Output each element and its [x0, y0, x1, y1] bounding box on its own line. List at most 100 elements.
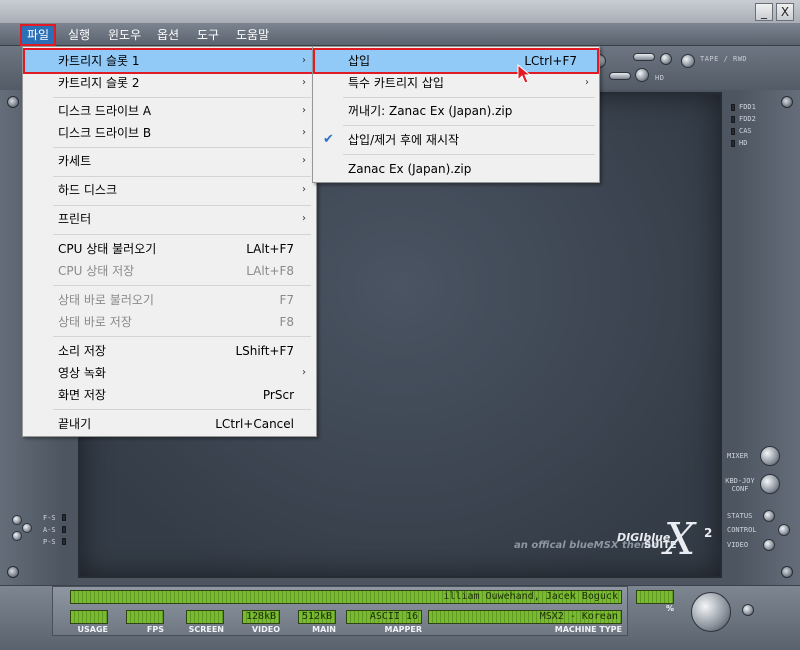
menu-item-label: 화면 저장: [58, 388, 106, 402]
menu-item-cartridge-slot-1[interactable]: 카트리지 슬롯 1 ›: [23, 48, 316, 74]
volume-lcd: [636, 590, 674, 604]
minimize-button[interactable]: _: [755, 3, 773, 21]
top-knob-2[interactable]: [660, 53, 672, 65]
menu-item-exit[interactable]: 끝내기 LCtrl+Cancel: [25, 413, 314, 435]
menu-item-shortcut: LAlt+F8: [246, 264, 294, 278]
menu-item-insert[interactable]: 삽입 LCtrl+F7: [313, 48, 599, 74]
menu-tools[interactable]: 도구: [192, 26, 224, 44]
menu-item-label: 카트리지 슬롯 2: [58, 76, 140, 90]
percent-label: %: [665, 604, 674, 613]
screen-label: SCREEN: [188, 625, 224, 634]
menu-window[interactable]: 윈도우: [103, 26, 146, 44]
top-knob-4[interactable]: [635, 68, 649, 82]
kbd-joy-knob[interactable]: [760, 474, 780, 494]
close-button[interactable]: X: [776, 3, 794, 21]
menu-bar: 파일 실행 윈도우 옵션 도구 도움말: [0, 24, 800, 46]
menu-separator: [343, 154, 595, 155]
menu-item-reset-after-insert[interactable]: ✔ 삽입/제거 후에 재시작: [315, 129, 597, 151]
menu-item-label: 특수 카트리지 삽입: [348, 76, 444, 90]
left-knob-2[interactable]: [22, 523, 32, 533]
led-fs: [62, 514, 66, 521]
mapper-label: MAPPER: [384, 625, 422, 634]
submenu-arrow-icon: ›: [585, 77, 589, 88]
cartridge-submenu: 삽입 LCtrl+F7 특수 카트리지 삽입 › 꺼내기: Zanac Ex (…: [312, 46, 600, 183]
title-bar: _ X: [0, 0, 800, 24]
usage-label: USAGE: [77, 625, 108, 634]
menu-item-save-cpu-state[interactable]: CPU 상태 저장 LAlt+F8: [25, 260, 314, 282]
menu-item-disk-drive-a[interactable]: 디스크 드라이브 A ›: [25, 100, 314, 122]
menu-separator: [53, 97, 311, 98]
file-menu: 카트리지 슬롯 1 › 카트리지 슬롯 2 › 디스크 드라이브 A › 디스크…: [22, 46, 317, 437]
menu-item-label: 상태 바로 저장: [58, 315, 132, 329]
screw-icon: [781, 96, 793, 108]
usage-lcd: [70, 610, 108, 624]
submenu-arrow-icon: ›: [302, 55, 306, 66]
menu-item-label: 프린터: [58, 212, 92, 226]
submenu-arrow-icon: ›: [302, 77, 306, 88]
tape-slider-2[interactable]: [609, 72, 631, 80]
fs-label: F-S: [43, 514, 56, 522]
left-knob-1[interactable]: [12, 515, 22, 525]
checkmark-icon: ✔: [323, 132, 334, 147]
volume-button[interactable]: [742, 604, 754, 616]
left-knob-3[interactable]: [12, 531, 22, 541]
main-lcd: 512kB: [298, 610, 336, 624]
menu-item-cassette[interactable]: 카세트 ›: [25, 150, 314, 172]
led-cas: [731, 128, 735, 135]
cas-label: CAS: [739, 127, 752, 135]
menu-item-record-video[interactable]: 영상 녹화 ›: [25, 362, 314, 384]
control-label: CONTROL: [727, 526, 757, 534]
screen-lcd: [186, 610, 224, 624]
submenu-arrow-icon: ›: [302, 367, 306, 378]
menu-item-hard-disk[interactable]: 하드 디스크 ›: [25, 179, 314, 201]
control-button[interactable]: [778, 524, 790, 536]
top-knob-3[interactable]: [681, 54, 695, 68]
menu-separator: [53, 147, 311, 148]
menu-run[interactable]: 실행: [63, 26, 95, 44]
menu-item-shortcut: LCtrl+Cancel: [215, 417, 294, 431]
screw-icon: [781, 566, 793, 578]
menu-file[interactable]: 파일: [19, 24, 57, 46]
menu-item-quick-load-state[interactable]: 상태 바로 불러오기 F7: [25, 289, 314, 311]
fps-label: FPS: [146, 625, 164, 634]
menu-separator: [53, 285, 311, 286]
menu-item-recent-file[interactable]: Zanac Ex (Japan).zip: [315, 158, 597, 180]
menu-help[interactable]: 도움말: [231, 26, 274, 44]
fps-lcd: [126, 610, 164, 624]
screw-icon: [7, 566, 19, 578]
machine-label: MACHINE TYPE: [554, 625, 622, 634]
ps-label: P-S: [43, 538, 56, 546]
menu-item-eject[interactable]: 꺼내기: Zanac Ex (Japan).zip: [315, 100, 597, 122]
machine-lcd: MSX2 - Korean: [428, 610, 622, 624]
menu-item-screenshot[interactable]: 화면 저장 PrScr: [25, 384, 314, 406]
led-as: [62, 526, 66, 533]
video-label: VIDEO: [727, 541, 749, 549]
menu-separator: [343, 125, 595, 126]
menu-item-insert-special[interactable]: 특수 카트리지 삽입 ›: [315, 72, 597, 94]
menu-separator: [53, 409, 311, 410]
menu-item-shortcut: F8: [279, 315, 294, 329]
menu-item-label: 끝내기: [58, 417, 92, 431]
menu-item-quick-save-state[interactable]: 상태 바로 저장 F8: [25, 311, 314, 333]
menu-options[interactable]: 옵션: [152, 26, 184, 44]
menu-item-cartridge-slot-2[interactable]: 카트리지 슬롯 2 ›: [25, 72, 314, 94]
menu-item-label: 디스크 드라이브 A: [58, 104, 152, 118]
submenu-arrow-icon: ›: [302, 184, 306, 195]
menu-item-printer[interactable]: 프린터 ›: [25, 208, 314, 230]
tape-slider-1[interactable]: [633, 53, 655, 61]
led-hd: [731, 140, 735, 147]
volume-knob[interactable]: [691, 592, 731, 632]
menu-item-shortcut: LShift+F7: [235, 344, 294, 358]
mixer-knob[interactable]: [760, 446, 780, 466]
menu-separator: [53, 205, 311, 206]
menu-item-disk-drive-b[interactable]: 디스크 드라이브 B ›: [25, 122, 314, 144]
kbd-joy-label: KBD-JOY CONF: [725, 477, 755, 493]
status-button[interactable]: [763, 510, 775, 522]
menu-item-label: 삽입/제거 후에 재시작: [348, 133, 460, 147]
submenu-arrow-icon: ›: [302, 127, 306, 138]
menu-item-label: 상태 바로 불러오기: [58, 293, 154, 307]
menu-item-load-cpu-state[interactable]: CPU 상태 불러오기 LAlt+F7: [25, 238, 314, 260]
menu-item-shortcut: F7: [279, 293, 294, 307]
menu-item-save-audio[interactable]: 소리 저장 LShift+F7: [25, 340, 314, 362]
video-button[interactable]: [763, 539, 775, 551]
